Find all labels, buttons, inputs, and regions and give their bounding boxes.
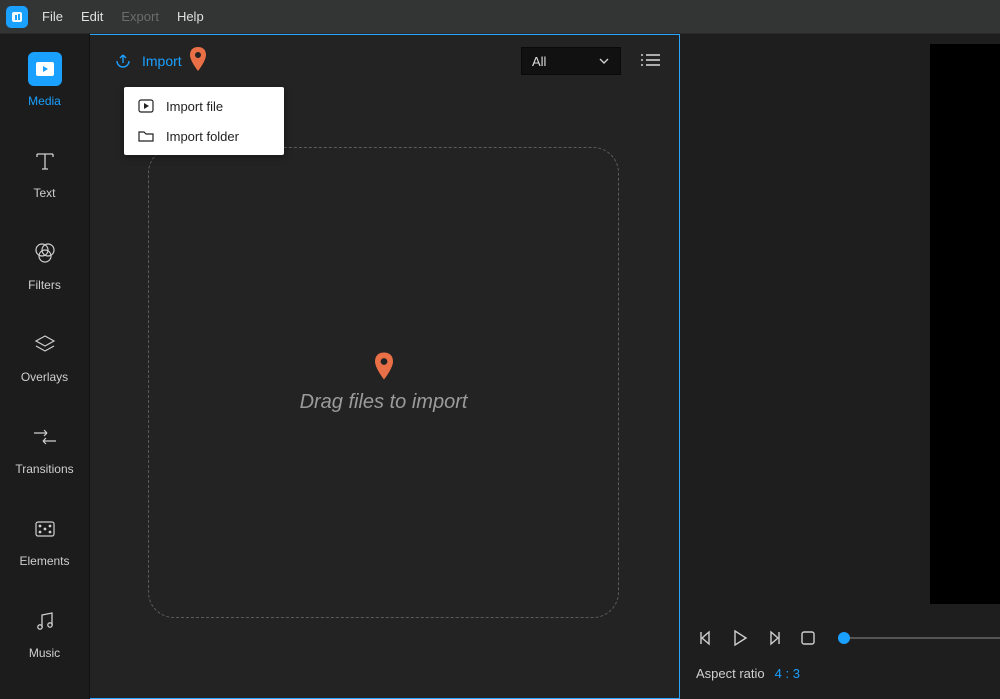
preview-canvas (930, 44, 1000, 604)
text-icon (33, 149, 57, 173)
sidebar-item-music[interactable]: Music (0, 586, 89, 678)
import-menu-label: Import file (166, 99, 223, 114)
import-menu-label: Import folder (166, 129, 239, 144)
body-area: Media Text Filters (0, 34, 1000, 699)
aspect-ratio-row: Aspect ratio 4 : 3 (696, 666, 800, 681)
list-view-icon (640, 52, 660, 68)
sidebar-label: Overlays (21, 370, 68, 384)
sidebar-item-text[interactable]: Text (0, 126, 89, 218)
stop-button[interactable] (798, 628, 818, 648)
media-filter-value: All (532, 54, 546, 69)
sidebar-label: Filters (28, 278, 61, 292)
media-icon (35, 61, 55, 77)
menu-bar: File Edit Export Help (0, 0, 1000, 34)
sidebar-item-filters[interactable]: Filters (0, 218, 89, 310)
pointer-marker-icon (375, 352, 393, 385)
sidebar-label: Transitions (15, 462, 73, 476)
import-menu: Import file Import folder (124, 87, 284, 155)
pointer-marker-icon (190, 47, 206, 76)
import-icon (114, 52, 132, 70)
sidebar-item-transitions[interactable]: Transitions (0, 402, 89, 494)
dropzone-text: Drag files to import (300, 391, 468, 414)
play-button[interactable] (730, 628, 750, 648)
aspect-ratio-value[interactable]: 4 : 3 (775, 666, 800, 681)
next-frame-button[interactable] (764, 628, 784, 648)
sidebar-item-overlays[interactable]: Overlays (0, 310, 89, 402)
menu-export: Export (121, 9, 159, 24)
filters-icon (32, 240, 58, 266)
sidebar-label: Text (33, 186, 55, 200)
seek-knob[interactable] (838, 632, 850, 644)
sidebar-label: Elements (19, 554, 69, 568)
file-play-icon (138, 99, 154, 113)
menu-file[interactable]: File (42, 9, 63, 24)
preview-area: Aspect ratio 4 : 3 (680, 34, 1000, 699)
app-logo-icon (10, 10, 24, 24)
sidebar-item-elements[interactable]: Elements (0, 494, 89, 586)
menu-edit[interactable]: Edit (81, 9, 103, 24)
sidebar-label: Music (29, 646, 60, 660)
menu-help[interactable]: Help (177, 9, 204, 24)
import-folder-item[interactable]: Import folder (124, 121, 284, 151)
playback-controls (696, 628, 1000, 648)
app-logo (6, 6, 28, 28)
view-toggle-button[interactable] (639, 49, 661, 71)
music-icon (33, 609, 57, 633)
prev-frame-button[interactable] (696, 628, 716, 648)
folder-icon (138, 129, 154, 143)
transitions-icon (31, 427, 59, 447)
import-label: Import (142, 53, 182, 69)
import-button[interactable]: Import (114, 52, 182, 70)
aspect-ratio-label: Aspect ratio (696, 666, 765, 681)
media-dropzone[interactable]: Drag files to import (148, 147, 619, 618)
import-file-item[interactable]: Import file (124, 91, 284, 121)
sidebar-label: Media (28, 94, 61, 108)
overlays-icon (32, 332, 58, 358)
sidebar-item-media[interactable]: Media (0, 34, 89, 126)
sidebar: Media Text Filters (0, 34, 90, 699)
media-toolbar: Import All Imp (90, 35, 679, 87)
elements-icon (33, 517, 57, 541)
media-panel: Import All Imp (90, 34, 680, 699)
chevron-down-icon (598, 55, 610, 67)
media-filter-dropdown[interactable]: All (521, 47, 621, 75)
seek-slider[interactable] (838, 637, 1000, 639)
